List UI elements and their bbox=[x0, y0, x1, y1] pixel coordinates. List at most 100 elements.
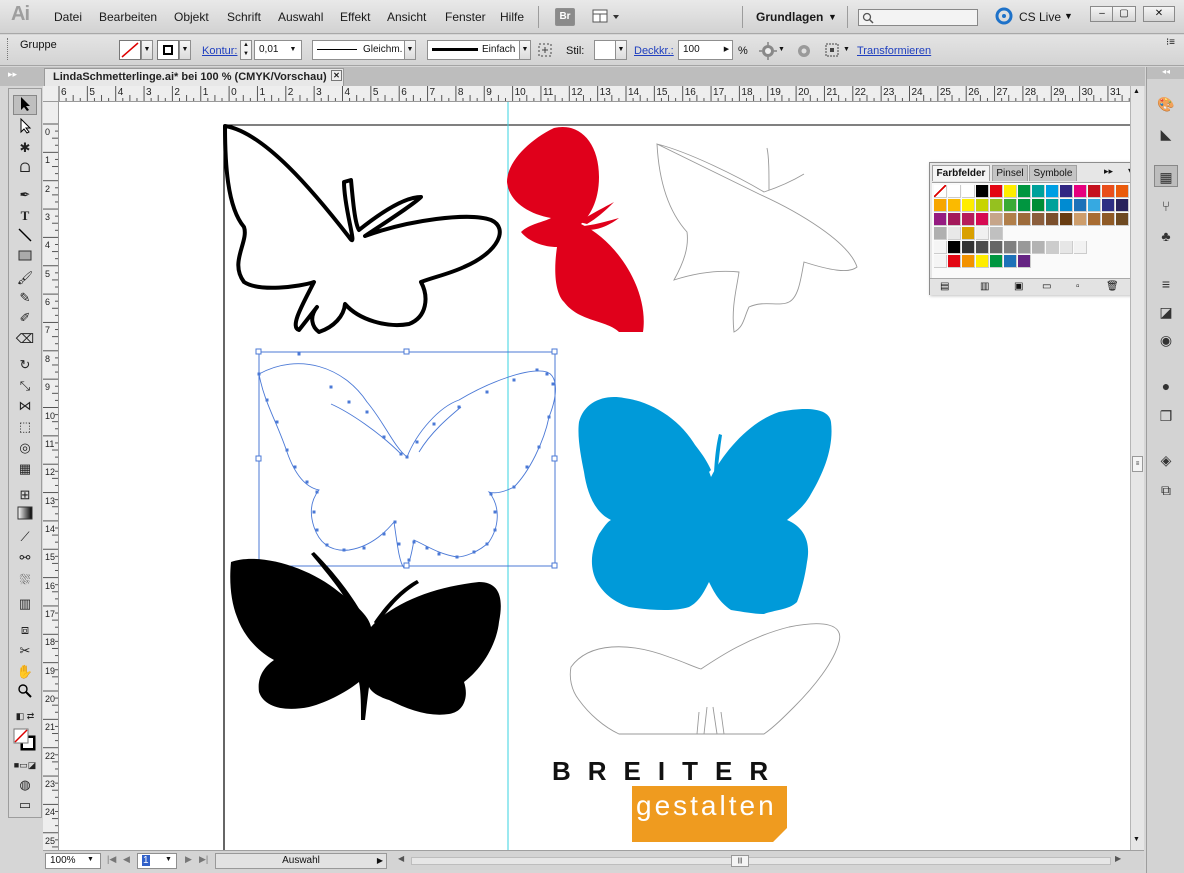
stroke-panel-button[interactable]: ≡ bbox=[1154, 273, 1178, 295]
color-swatch[interactable] bbox=[1004, 199, 1017, 212]
anchor-point[interactable] bbox=[382, 532, 386, 536]
anchor-point[interactable] bbox=[407, 558, 411, 562]
color-swatch[interactable] bbox=[1032, 213, 1045, 226]
color-swatch[interactable] bbox=[990, 255, 1003, 268]
menu-datei[interactable]: Datei bbox=[54, 10, 82, 24]
transparency-panel-button[interactable]: ◉ bbox=[1154, 329, 1178, 351]
opacity-slider-toggle[interactable]: ▶ bbox=[721, 40, 733, 60]
anchor-point[interactable] bbox=[362, 546, 366, 550]
vertical-scrollbar[interactable]: ▲ ≡ ▼ bbox=[1130, 86, 1144, 850]
anchor-point[interactable] bbox=[325, 543, 329, 547]
color-swatch[interactable] bbox=[976, 227, 989, 240]
bridge-button[interactable]: Br bbox=[555, 8, 575, 26]
color-swatch[interactable] bbox=[990, 185, 1003, 198]
anchor-point[interactable] bbox=[315, 528, 319, 532]
anchor-point[interactable] bbox=[537, 445, 541, 449]
color-swatch[interactable] bbox=[1060, 213, 1073, 226]
anchor-point[interactable] bbox=[512, 378, 516, 382]
stroke-stepper[interactable]: ▲ ▼ bbox=[240, 40, 252, 60]
anchor-point[interactable] bbox=[493, 510, 497, 514]
hand-tool[interactable]: ✋ bbox=[13, 662, 37, 682]
color-swatch[interactable] bbox=[962, 241, 975, 254]
perspective-grid-tool[interactable]: ▦ bbox=[13, 459, 37, 479]
first-artboard-button[interactable]: |◀ bbox=[107, 854, 116, 865]
color-swatch[interactable] bbox=[934, 213, 947, 226]
workspace-switcher[interactable]: Grundlagen bbox=[756, 10, 823, 24]
line-tool[interactable] bbox=[13, 227, 37, 247]
pencil-tool[interactable]: ✎ bbox=[13, 288, 37, 308]
minimize-button[interactable]: – bbox=[1090, 6, 1114, 22]
butterfly-outline-thin-bottom[interactable] bbox=[569, 623, 841, 735]
fill-swatch[interactable] bbox=[119, 40, 141, 60]
width-tool[interactable]: ⋈ bbox=[13, 396, 37, 416]
selection-tool[interactable] bbox=[13, 95, 37, 115]
recolor-artwork-button[interactable] bbox=[758, 41, 778, 61]
collapse-dock-icon[interactable]: ◂◂ bbox=[1147, 67, 1184, 79]
color-swatch[interactable] bbox=[1074, 199, 1087, 212]
panel-menu-icon[interactable]: ⁝≡ bbox=[1166, 37, 1175, 48]
stroke-label-link[interactable]: Kontur: bbox=[202, 45, 237, 57]
color-swatch[interactable] bbox=[1046, 241, 1059, 254]
document-canvas[interactable]: BREITER gestalten Farbfelder Pinsel Symb… bbox=[59, 102, 1130, 850]
color-swatch[interactable] bbox=[976, 241, 989, 254]
graphic-styles-panel-button[interactable]: ❐ bbox=[1154, 405, 1178, 427]
color-swatch[interactable] bbox=[1116, 199, 1129, 212]
color-swatch[interactable] bbox=[1060, 199, 1073, 212]
stroke-options-icon[interactable] bbox=[538, 43, 552, 57]
anchor-point[interactable] bbox=[432, 422, 436, 426]
butterfly-black[interactable] bbox=[230, 552, 501, 720]
color-swatch[interactable] bbox=[948, 227, 961, 240]
anchor-point[interactable] bbox=[485, 542, 489, 546]
horizontal-scroll-thumb[interactable]: ||| bbox=[731, 855, 749, 867]
drawing-mode-button[interactable]: ◍ bbox=[13, 775, 37, 795]
prev-artboard-button[interactable]: ◀ bbox=[123, 854, 130, 865]
anchor-point[interactable] bbox=[437, 552, 441, 556]
anchor-point[interactable] bbox=[305, 480, 309, 484]
horizontal-scrollbar[interactable]: ||| bbox=[411, 855, 1111, 867]
gradient-panel-button[interactable]: ◪ bbox=[1154, 301, 1178, 323]
anchor-point[interactable] bbox=[382, 435, 386, 439]
color-swatch[interactable] bbox=[1032, 185, 1045, 198]
color-swatch[interactable] bbox=[976, 213, 989, 226]
color-swatch[interactable] bbox=[934, 185, 947, 198]
color-group-folder-icon[interactable] bbox=[934, 241, 947, 254]
search-input[interactable] bbox=[858, 9, 978, 26]
menu-fenster[interactable]: Fenster bbox=[445, 10, 486, 24]
color-swatch[interactable] bbox=[1102, 185, 1115, 198]
anchor-point[interactable] bbox=[285, 448, 289, 452]
zoom-tool[interactable] bbox=[13, 683, 37, 703]
symbol-sprayer-tool[interactable]: ⛆ bbox=[13, 570, 37, 590]
color-swatch[interactable] bbox=[1116, 185, 1129, 198]
menu-auswahl[interactable]: Auswahl bbox=[278, 10, 323, 24]
color-swatch[interactable] bbox=[962, 227, 975, 240]
anchor-point[interactable] bbox=[293, 465, 297, 469]
color-swatch[interactable] bbox=[948, 199, 961, 212]
anchor-point[interactable] bbox=[472, 550, 476, 554]
color-swatch[interactable] bbox=[934, 227, 947, 240]
stroke-swatch[interactable] bbox=[157, 40, 179, 60]
isolate-group-button[interactable] bbox=[794, 41, 814, 61]
anchor-point[interactable] bbox=[393, 520, 397, 524]
color-swatch[interactable] bbox=[1032, 199, 1045, 212]
magic-wand-tool[interactable]: ✱ bbox=[13, 138, 37, 158]
anchor-point[interactable] bbox=[485, 390, 489, 394]
gradient-tool[interactable] bbox=[13, 506, 37, 526]
color-swatch[interactable] bbox=[1046, 199, 1059, 212]
transform-link[interactable]: Transformieren bbox=[857, 45, 931, 57]
anchor-point[interactable] bbox=[312, 510, 316, 514]
lasso-tool[interactable]: ᗝ bbox=[13, 158, 37, 178]
maximize-button[interactable]: ▢ bbox=[1112, 6, 1136, 22]
color-swatch[interactable] bbox=[990, 213, 1003, 226]
blob-brush-tool[interactable]: ✐ bbox=[13, 308, 37, 328]
tab-swatches[interactable]: Farbfelder bbox=[932, 165, 990, 181]
color-swatch[interactable] bbox=[962, 185, 975, 198]
scroll-up-icon[interactable]: ▲ bbox=[1133, 88, 1140, 95]
cs-live-menu[interactable]: CS Live bbox=[1019, 10, 1061, 24]
swatch-library-icon[interactable]: ▤ bbox=[940, 281, 949, 292]
opacity-label-link[interactable]: Deckkr.: bbox=[634, 45, 674, 57]
stroke-weight-input[interactable]: 0,01 bbox=[254, 40, 286, 60]
symbols-panel-button[interactable]: ♣ bbox=[1154, 225, 1178, 247]
anchor-point[interactable] bbox=[265, 398, 269, 402]
graphic-style-swatch[interactable] bbox=[594, 40, 616, 60]
anchor-point[interactable] bbox=[397, 542, 401, 546]
